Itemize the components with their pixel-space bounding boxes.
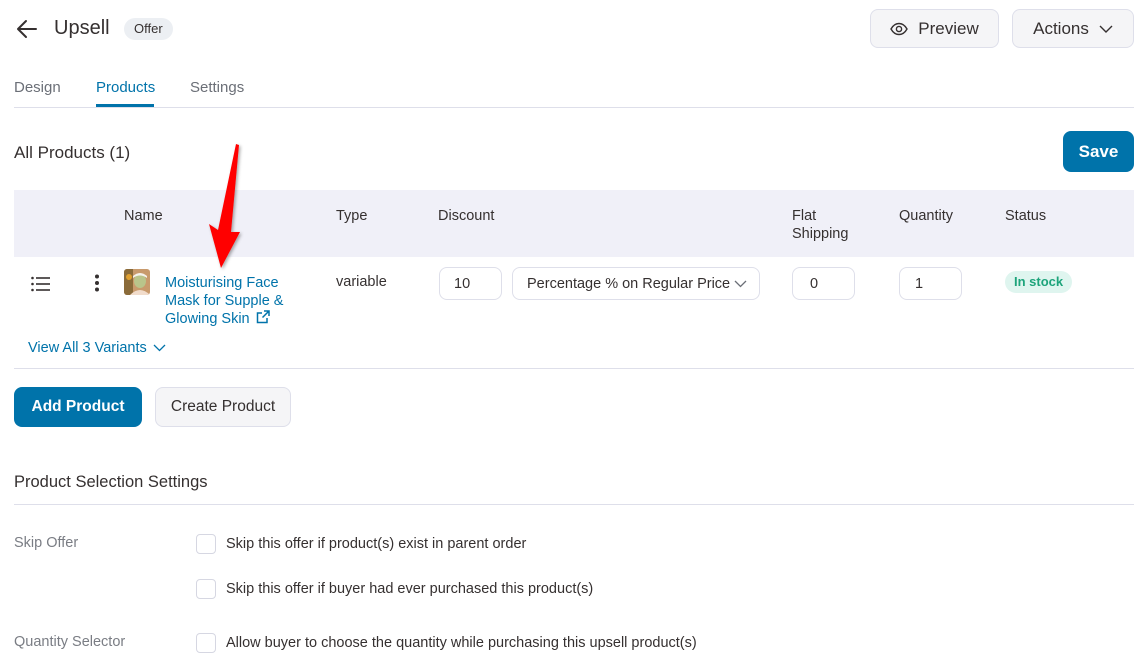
skip-if-in-parent-order-checkbox[interactable] bbox=[196, 534, 216, 554]
chevron-down-icon bbox=[1099, 25, 1113, 33]
skip-if-in-parent-order-option[interactable]: Skip this offer if product(s) exist in p… bbox=[196, 534, 526, 554]
selection-settings-title: Product Selection Settings bbox=[14, 473, 208, 491]
add-product-button[interactable]: Add Product bbox=[14, 387, 142, 427]
settings-divider bbox=[14, 504, 1134, 505]
view-variants-link[interactable]: View All 3 Variants bbox=[28, 340, 166, 356]
column-header-quantity: Quantity bbox=[899, 208, 953, 224]
flat-shipping-input[interactable]: 0 bbox=[792, 267, 855, 300]
allow-quantity-label: Allow buyer to choose the quantity while… bbox=[226, 635, 697, 651]
preview-label: Preview bbox=[918, 18, 979, 38]
discount-value: 10 bbox=[454, 275, 471, 292]
quantity-selector-label: Quantity Selector bbox=[14, 634, 126, 650]
column-header-flat-shipping: Flat Shipping bbox=[792, 208, 849, 242]
column-header-status: Status bbox=[1005, 208, 1047, 224]
skip-if-ever-purchased-checkbox[interactable] bbox=[196, 579, 216, 599]
tab-products[interactable]: Products bbox=[96, 79, 155, 96]
flat-shipping-value: 0 bbox=[810, 275, 819, 292]
offer-badge: Offer bbox=[124, 18, 173, 40]
column-header-name: Name bbox=[124, 208, 163, 224]
skip-offer-label: Skip Offer bbox=[14, 535, 79, 551]
status-badge: In stock bbox=[1005, 271, 1073, 293]
column-header-discount: Discount bbox=[438, 208, 495, 224]
save-button[interactable]: Save bbox=[1063, 131, 1134, 172]
chevron-down-icon bbox=[734, 280, 747, 287]
active-tab-indicator bbox=[96, 104, 154, 107]
external-link-icon[interactable] bbox=[256, 310, 270, 324]
products-table-header bbox=[14, 190, 1134, 257]
product-thumbnail bbox=[124, 269, 150, 295]
skip-if-ever-purchased-label: Skip this offer if buyer had ever purcha… bbox=[226, 581, 594, 597]
allow-quantity-option[interactable]: Allow buyer to choose the quantity while… bbox=[196, 633, 697, 653]
chevron-down-icon bbox=[153, 344, 166, 352]
drag-handle-icon[interactable] bbox=[31, 276, 51, 292]
discount-type-select[interactable]: Percentage % on Regular Price bbox=[512, 267, 760, 300]
page-title: Upsell bbox=[54, 17, 110, 39]
quantity-value: 1 bbox=[915, 275, 924, 292]
back-arrow-icon[interactable] bbox=[14, 16, 40, 42]
tabs-divider bbox=[14, 107, 1134, 108]
row-divider bbox=[14, 368, 1134, 369]
preview-button[interactable]: Preview bbox=[870, 9, 999, 48]
create-product-button[interactable]: Create Product bbox=[155, 387, 291, 427]
column-header-type: Type bbox=[336, 208, 368, 224]
discount-value-input[interactable]: 10 bbox=[439, 267, 502, 300]
product-name-link[interactable]: Moisturising Face Mask for Supple & Glow… bbox=[165, 274, 305, 328]
skip-if-ever-purchased-option[interactable]: Skip this offer if buyer had ever purcha… bbox=[196, 579, 593, 599]
eye-icon bbox=[890, 22, 909, 35]
quantity-input[interactable]: 1 bbox=[899, 267, 962, 300]
tab-settings[interactable]: Settings bbox=[190, 79, 244, 96]
all-products-title: All Products (1) bbox=[14, 143, 131, 162]
view-variants-label: View All 3 Variants bbox=[28, 340, 147, 356]
more-options-icon[interactable] bbox=[94, 274, 100, 292]
actions-button[interactable]: Actions bbox=[1012, 9, 1134, 48]
product-type: variable bbox=[336, 274, 387, 290]
allow-quantity-checkbox[interactable] bbox=[196, 633, 216, 653]
skip-if-in-parent-order-label: Skip this offer if product(s) exist in p… bbox=[226, 536, 527, 552]
actions-label: Actions bbox=[1033, 18, 1089, 38]
tab-design[interactable]: Design bbox=[14, 79, 61, 96]
discount-type-value: Percentage % on Regular Price bbox=[527, 275, 731, 292]
